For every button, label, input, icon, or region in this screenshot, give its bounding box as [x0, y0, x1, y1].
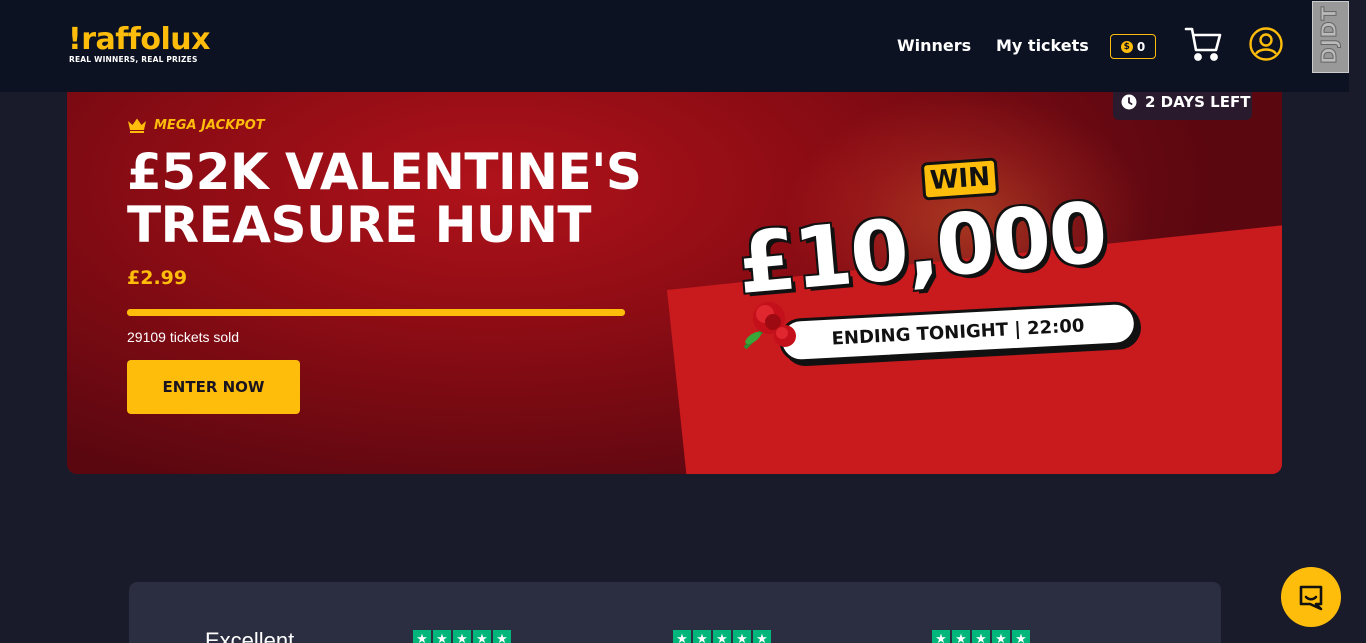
- nav-my-tickets-link[interactable]: My tickets: [996, 36, 1089, 55]
- trustpilot-section: Excellent ★ ★ ★ ★ ★ ★ ★ ★ ★ ★ ★ ★ ★ ★ ★: [129, 582, 1221, 643]
- star-icon: ★: [453, 630, 471, 643]
- chat-launcher-button[interactable]: [1281, 567, 1341, 627]
- nav-winners-link[interactable]: Winners: [897, 36, 971, 55]
- time-left-text: 2 DAYS LEFT: [1145, 93, 1251, 111]
- chat-icon: [1299, 585, 1323, 611]
- hero-banner[interactable]: 2 DAYS LEFT MEGA JACKPOT £52K VALENTINE'…: [67, 60, 1282, 474]
- competition-title[interactable]: £52K VALENTINE'S TREASURE HUNT: [127, 146, 687, 252]
- star-icon: ★: [992, 630, 1010, 643]
- tickets-progress-fill: [127, 309, 625, 316]
- tickets-progress-bar: [127, 309, 625, 316]
- cart-icon[interactable]: [1184, 26, 1222, 62]
- trust-stars-group: ★ ★ ★ ★ ★: [413, 630, 511, 643]
- star-icon: ★: [713, 630, 731, 643]
- coin-balance-button[interactable]: $ 0: [1110, 34, 1156, 59]
- debug-toolbar-handle[interactable]: DJDT: [1312, 1, 1349, 73]
- trust-stars-group: ★ ★ ★ ★ ★: [932, 630, 1030, 643]
- coin-icon: $: [1120, 40, 1133, 53]
- star-icon: ★: [433, 630, 451, 643]
- rose-icon: [743, 302, 796, 350]
- star-icon: ★: [473, 630, 491, 643]
- star-icon: ★: [952, 630, 970, 643]
- crown-icon: [128, 118, 146, 133]
- coin-balance-value: 0: [1136, 39, 1146, 54]
- category-label: MEGA JACKPOT: [127, 117, 265, 133]
- site-header: !raffolux REAL WINNERS, REAL PRIZES Winn…: [0, 0, 1349, 92]
- enter-now-button[interactable]: ENTER NOW: [127, 360, 300, 414]
- clock-icon: [1121, 94, 1137, 110]
- trust-stars-group: ★ ★ ★ ★ ★: [673, 630, 771, 643]
- user-icon[interactable]: [1248, 26, 1284, 62]
- star-icon: ★: [932, 630, 950, 643]
- star-icon: ★: [413, 630, 431, 643]
- logo-wordmark: !raffolux: [68, 22, 210, 57]
- category-text: MEGA JACKPOT: [154, 117, 265, 133]
- star-icon: ★: [733, 630, 751, 643]
- raffolux-logo[interactable]: !raffolux REAL WINNERS, REAL PRIZES: [68, 22, 210, 66]
- star-icon: ★: [493, 630, 511, 643]
- trust-rating-word: Excellent: [205, 628, 295, 643]
- star-icon: ★: [673, 630, 691, 643]
- ticket-price: £2.99: [127, 267, 188, 289]
- star-icon: ★: [693, 630, 711, 643]
- tickets-sold-text: 29109 tickets sold: [127, 329, 240, 345]
- star-icon: ★: [753, 630, 771, 643]
- logo-tagline: REAL WINNERS, REAL PRIZES: [69, 55, 198, 64]
- debug-toolbar-label: DJDT: [1317, 5, 1342, 64]
- star-icon: ★: [972, 630, 990, 643]
- star-icon: ★: [1012, 630, 1030, 643]
